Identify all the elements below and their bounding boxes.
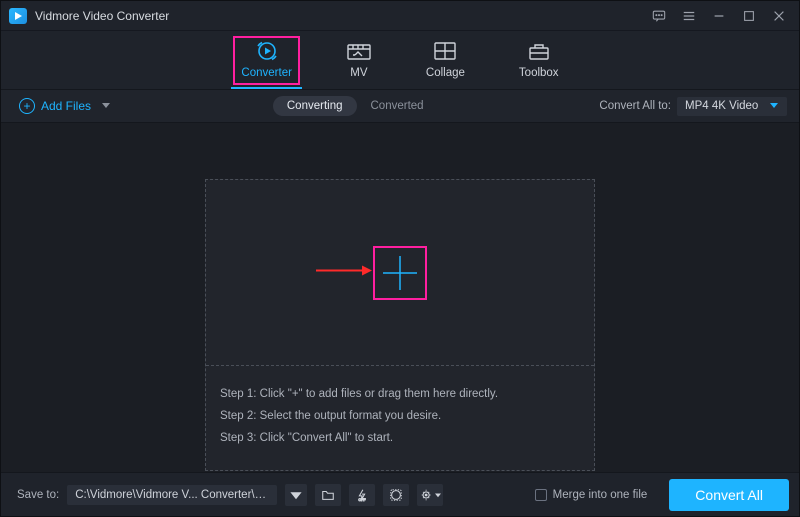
- convert-all-button[interactable]: Convert All: [669, 479, 789, 511]
- instructions: Step 1: Click "+" to add files or drag t…: [206, 366, 594, 470]
- app-window: Vidmore Video Converter: [0, 0, 800, 517]
- hardware-accel-button[interactable]: OFF: [349, 484, 375, 506]
- svg-text:OFF: OFF: [359, 498, 366, 502]
- merge-label: Merge into one file: [553, 489, 648, 501]
- collage-icon: [433, 39, 457, 63]
- annotation-highlight: Converter: [233, 36, 300, 85]
- toggle-converted[interactable]: Converted: [357, 96, 438, 116]
- save-path-dropdown[interactable]: [285, 484, 307, 506]
- tab-label: Toolbox: [519, 67, 559, 79]
- annotation-highlight: [373, 246, 427, 300]
- instruction-step: Step 1: Click "+" to add files or drag t…: [220, 386, 580, 402]
- chevron-down-icon: [101, 99, 111, 113]
- converter-icon: [255, 39, 279, 63]
- toolbox-icon: [527, 39, 551, 63]
- drop-panel: Step 1: Click "+" to add files or drag t…: [205, 179, 595, 471]
- menu-icon[interactable]: [681, 8, 697, 24]
- drop-zone[interactable]: [206, 180, 594, 366]
- tab-collage[interactable]: Collage: [422, 37, 469, 85]
- status-toggle: Converting Converted: [273, 96, 438, 116]
- instruction-step: Step 3: Click "Convert All" to start.: [220, 430, 580, 446]
- chevron-down-icon: [769, 100, 779, 113]
- maximize-icon[interactable]: [741, 8, 757, 24]
- tab-converter[interactable]: Converter: [237, 37, 296, 85]
- tab-label: Collage: [426, 67, 465, 79]
- instruction-step: Step 2: Select the output format you des…: [220, 408, 580, 424]
- tab-label: Converter: [241, 67, 292, 79]
- settings-button[interactable]: [417, 484, 443, 506]
- mv-icon: [346, 39, 372, 63]
- window-controls: [651, 8, 791, 24]
- checkbox-icon: [535, 489, 547, 501]
- app-logo-icon: [9, 8, 27, 24]
- minimize-icon[interactable]: [711, 8, 727, 24]
- merge-checkbox[interactable]: Merge into one file: [535, 489, 648, 501]
- save-to-label: Save to:: [17, 489, 59, 501]
- task-schedule-button[interactable]: [383, 484, 409, 506]
- main-tabs: Converter MV Collage: [1, 31, 799, 89]
- save-path-field[interactable]: C:\Vidmore\Vidmore V... Converter\Conver…: [67, 485, 277, 505]
- annotation-arrow-icon: [316, 263, 372, 282]
- plus-circle-icon: +: [19, 98, 35, 114]
- convert-all-to-label: Convert All to:: [599, 100, 671, 112]
- open-folder-button[interactable]: [315, 484, 341, 506]
- close-icon[interactable]: [771, 8, 787, 24]
- output-format-dropdown[interactable]: MP4 4K Video: [677, 97, 787, 116]
- add-files-label: Add Files: [41, 99, 91, 113]
- toggle-converting[interactable]: Converting: [273, 96, 357, 116]
- options-bar: + Add Files Converting Converted Convert…: [1, 89, 799, 123]
- app-title: Vidmore Video Converter: [35, 9, 169, 23]
- add-files-button[interactable]: + Add Files: [19, 98, 111, 114]
- main-area: Step 1: Click "+" to add files or drag t…: [1, 123, 799, 472]
- tab-mv[interactable]: MV: [342, 37, 376, 85]
- add-files-plus-icon[interactable]: [380, 253, 420, 293]
- convert-all-to: Convert All to: MP4 4K Video: [599, 97, 787, 116]
- feedback-icon[interactable]: [651, 8, 667, 24]
- titlebar: Vidmore Video Converter: [1, 1, 799, 31]
- output-format-value: MP4 4K Video: [685, 100, 758, 112]
- tab-label: MV: [350, 67, 367, 79]
- tab-toolbox[interactable]: Toolbox: [515, 37, 563, 85]
- footer: Save to: C:\Vidmore\Vidmore V... Convert…: [1, 472, 799, 516]
